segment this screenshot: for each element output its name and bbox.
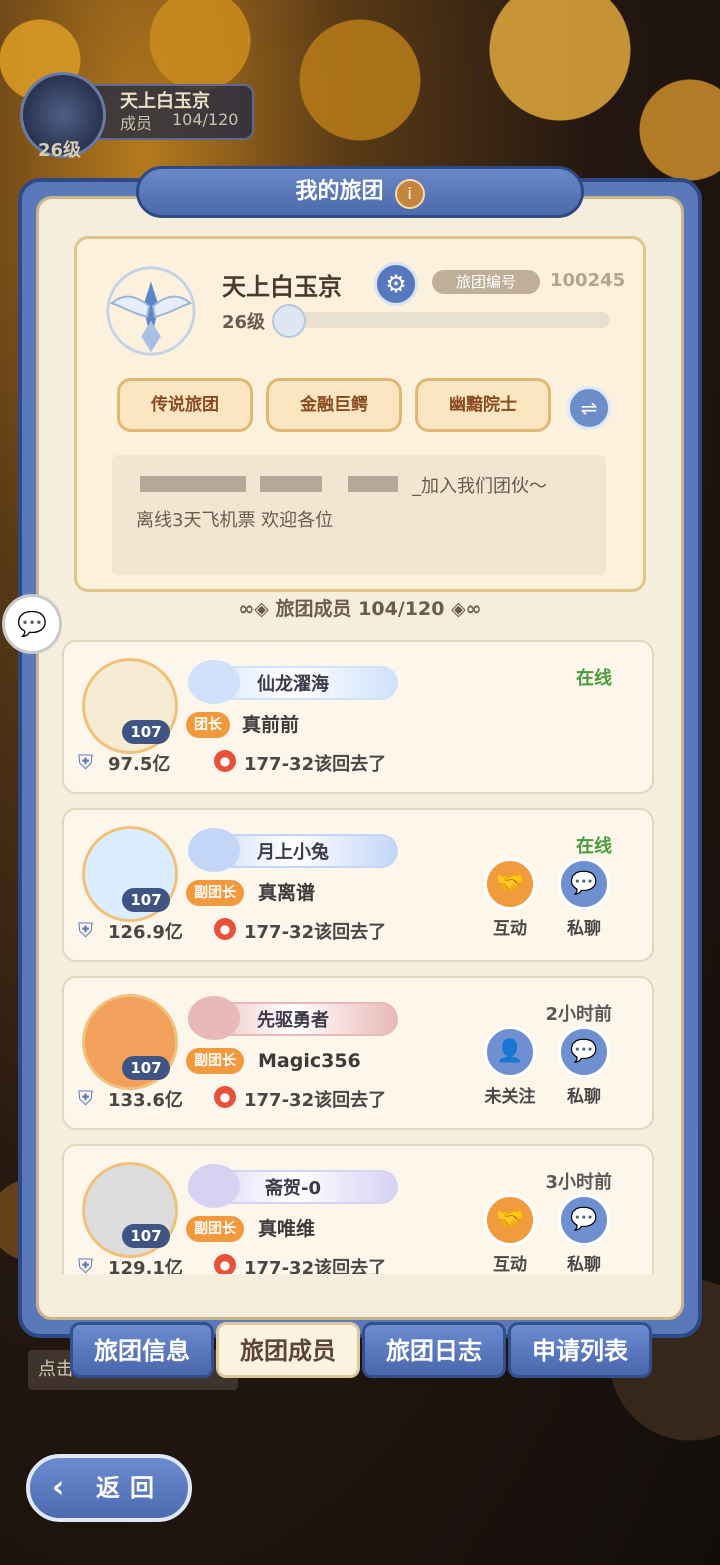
settings-gear-button[interactable]: ⚙: [374, 262, 418, 306]
members-header: ∞◈ 旅团成员 104/120 ◈∞: [0, 594, 720, 621]
guild-tag-1[interactable]: 传说旅团: [117, 378, 253, 432]
guild-wing-emblem-icon: [106, 266, 196, 356]
panel-title: 我的旅团: [295, 179, 384, 204]
guild-name: 天上白玉京: [222, 273, 342, 301]
chat-icon: 💬: [570, 871, 598, 896]
member-power: 126.9亿: [108, 922, 183, 943]
member-power: 129.1亿: [108, 1258, 183, 1274]
info-icon[interactable]: i: [394, 178, 425, 209]
pet-icon: [188, 828, 240, 872]
guild-tag-2[interactable]: 金融巨鳄: [266, 378, 402, 432]
members-header-text: 旅团成员 104/120: [275, 598, 445, 620]
member-status: 在线: [576, 836, 612, 857]
back-arrow-icon: ‹: [52, 1470, 65, 1505]
member-location: 177-32该回去了: [244, 1090, 387, 1111]
member-status: 在线: [576, 668, 612, 689]
location-pin-icon: ●: [214, 1254, 236, 1274]
action-label: 私聊: [567, 1087, 601, 1107]
member-nickname: 真前前: [242, 714, 300, 736]
member-nickname: Magic356: [258, 1050, 361, 1072]
action-label: 互动: [493, 1255, 527, 1274]
guild-notice-line2: 离线3天飞机票 欢迎各位: [136, 510, 334, 531]
guild-level: 26级: [222, 312, 266, 333]
ornament-right-icon: ◈∞: [451, 598, 482, 620]
chat-button[interactable]: 💬: [558, 1194, 610, 1246]
guild-id-label: 旅团编号: [432, 270, 540, 294]
member-level-badge: 107: [122, 1056, 170, 1080]
chat-icon: 💬: [570, 1207, 598, 1232]
add-friend-button[interactable]: 👤: [484, 1026, 536, 1078]
tab-application-list[interactable]: 申请列表: [508, 1322, 652, 1378]
top-guild-members-value: 104/120: [172, 110, 239, 129]
power-shield-icon: ⛨: [78, 1086, 93, 1110]
member-status: 2小时前: [545, 1004, 612, 1025]
chat-button[interactable]: 💬: [558, 858, 610, 910]
location-pin-icon: ●: [214, 750, 236, 772]
member-level-badge: 107: [122, 888, 170, 912]
action-label: 互动: [493, 919, 527, 939]
member-role-badge: 副团长: [186, 1216, 244, 1242]
guild-tag-3[interactable]: 幽黯院士: [415, 378, 551, 432]
action-label: 私聊: [567, 1255, 601, 1274]
add-friend-icon: 👤: [496, 1039, 524, 1064]
tab-guild-info[interactable]: 旅团信息: [70, 1322, 214, 1378]
member-power: 133.6亿: [108, 1090, 183, 1111]
location-pin-icon: ●: [214, 1086, 236, 1108]
member-role-badge: 副团长: [186, 1048, 244, 1074]
member-card[interactable]: 107 斋贺-0 副团长 真唯维 ⛨ 129.1亿 ● 177-32该回去了 3小时前 🤝 互动 💬 私…: [62, 1144, 654, 1274]
pet-icon: [188, 660, 240, 704]
action-label: 未关注: [484, 1087, 536, 1107]
level-crown-icon: [272, 304, 306, 338]
member-status: 3小时前: [545, 1172, 612, 1193]
handshake-button[interactable]: 🤝: [484, 1194, 536, 1246]
top-guild-level: 26级: [38, 140, 82, 161]
power-shield-icon: ⛨: [78, 1254, 93, 1274]
back-label: 返回: [96, 1474, 164, 1502]
guild-level-progress-bar: [282, 312, 610, 328]
member-location: 177-32该回去了: [244, 754, 387, 775]
member-location: 177-32该回去了: [244, 1258, 387, 1274]
chat-button[interactable]: 💬: [558, 1026, 610, 1078]
handshake-icon: 🤝: [496, 871, 524, 896]
member-level-badge: 107: [122, 1224, 170, 1248]
action-label: 私聊: [567, 919, 601, 939]
member-nickname: 真离谱: [258, 882, 316, 904]
member-role-badge: 副团长: [186, 880, 244, 906]
power-shield-icon: ⛨: [78, 750, 93, 774]
redacted-text-2: [260, 476, 322, 492]
swap-tags-button[interactable]: ⇌: [567, 386, 611, 430]
redacted-text-3: [348, 476, 398, 492]
pet-icon: [188, 996, 240, 1040]
member-card[interactable]: 107 月上小兔 副团长 真离谱 ⛨ 126.9亿 ● 177-32该回去了 在线 🤝 互动 💬 私聊: [62, 808, 654, 962]
handshake-icon: 🤝: [496, 1207, 524, 1232]
member-card[interactable]: 107 先驱勇者 副团长 Magic356 ⛨ 133.6亿 ● 177-32该回去了 2小时前…: [62, 976, 654, 1130]
chat-icon: 💬: [570, 1039, 598, 1064]
tab-guild-log[interactable]: 旅团日志: [362, 1322, 506, 1378]
power-shield-icon: ⛨: [78, 918, 93, 942]
member-level-badge: 107: [122, 720, 170, 744]
handshake-button[interactable]: 🤝: [484, 858, 536, 910]
member-role-badge: 团长: [186, 712, 230, 738]
tab-guild-members[interactable]: 旅团成员: [216, 1322, 360, 1378]
guild-notice-line1: _加入我们团伙～: [412, 476, 547, 497]
member-location: 177-32该回去了: [244, 922, 387, 943]
member-card[interactable]: 107 仙龙濯海 团长 真前前 ⛨ 97.5亿 ● 177-32该回去了 在线: [62, 640, 654, 794]
location-pin-icon: ●: [214, 918, 236, 940]
ornament-left-icon: ∞◈: [238, 598, 269, 620]
pet-icon: [188, 1164, 240, 1208]
member-power: 97.5亿: [108, 754, 171, 775]
panel-title-plate: 我的旅团 i: [136, 166, 584, 218]
guild-id-value: 100245: [550, 270, 626, 291]
redacted-text-1: [140, 476, 246, 492]
member-nickname: 真唯维: [258, 1218, 316, 1240]
top-guild-members-label: 成员: [120, 114, 153, 133]
back-button[interactable]: ‹ 返回: [26, 1454, 192, 1522]
